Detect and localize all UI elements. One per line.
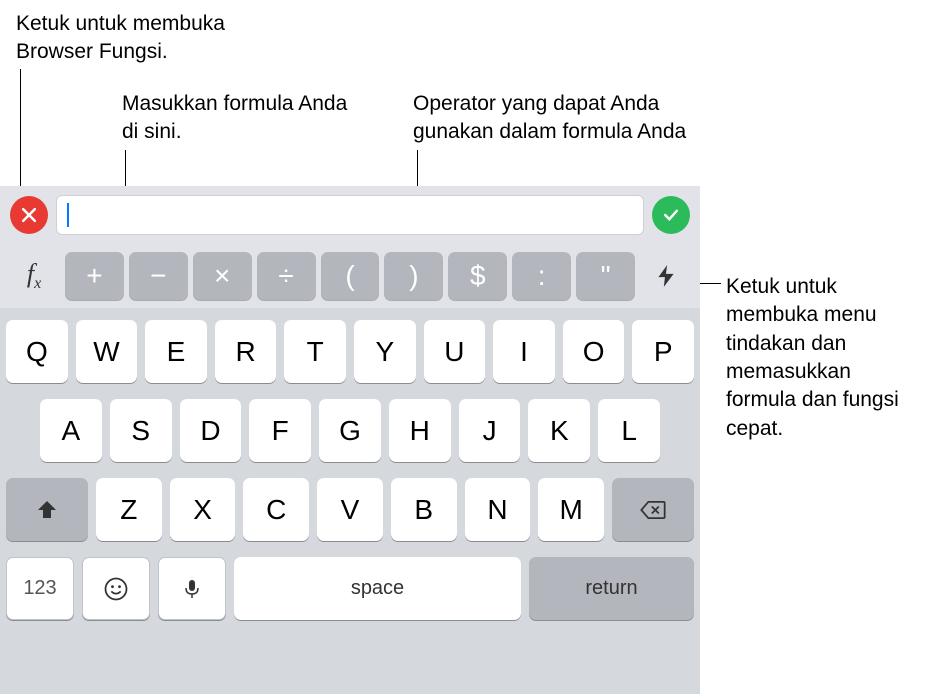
key-t[interactable]: T xyxy=(284,320,346,383)
shift-icon xyxy=(35,498,59,522)
op-minus[interactable]: − xyxy=(129,252,188,300)
key-y[interactable]: Y xyxy=(354,320,416,383)
key-j[interactable]: J xyxy=(459,399,521,462)
key-z[interactable]: Z xyxy=(96,478,162,541)
key-v[interactable]: V xyxy=(317,478,383,541)
key-space[interactable]: space xyxy=(234,557,521,620)
keyboard-row-1: Q W E R T Y U I O P xyxy=(6,320,694,383)
key-f[interactable]: F xyxy=(249,399,311,462)
key-a[interactable]: A xyxy=(40,399,102,462)
key-return[interactable]: return xyxy=(529,557,694,620)
text-caret xyxy=(67,203,69,227)
op-divide[interactable]: ÷ xyxy=(257,252,316,300)
fx-icon: fx xyxy=(27,259,41,293)
key-o[interactable]: O xyxy=(563,320,625,383)
checkmark-icon xyxy=(661,205,681,225)
op-multiply[interactable]: × xyxy=(193,252,252,300)
callout-formula-input: Masukkan formula Anda di sini. xyxy=(122,90,352,147)
fx-button[interactable]: fx xyxy=(8,252,60,300)
key-i[interactable]: I xyxy=(493,320,555,383)
key-p[interactable]: P xyxy=(632,320,694,383)
key-shift[interactable] xyxy=(6,478,88,541)
key-c[interactable]: C xyxy=(243,478,309,541)
key-l[interactable]: L xyxy=(598,399,660,462)
key-q[interactable]: Q xyxy=(6,320,68,383)
key-123[interactable]: 123 xyxy=(6,557,74,620)
confirm-button[interactable] xyxy=(652,196,690,234)
lightning-icon xyxy=(653,263,679,289)
key-emoji[interactable] xyxy=(82,557,150,620)
callout-operators: Operator yang dapat Anda gunakan dalam f… xyxy=(413,90,713,147)
key-b[interactable]: B xyxy=(391,478,457,541)
op-paren-close[interactable]: ) xyxy=(384,252,443,300)
key-s[interactable]: S xyxy=(110,399,172,462)
close-icon xyxy=(19,205,39,225)
key-g[interactable]: G xyxy=(319,399,381,462)
key-m[interactable]: M xyxy=(538,478,604,541)
quick-actions-button[interactable] xyxy=(640,252,692,300)
key-h[interactable]: H xyxy=(389,399,451,462)
op-colon[interactable]: : xyxy=(512,252,571,300)
formula-bar xyxy=(0,186,700,244)
backspace-icon xyxy=(639,496,667,524)
key-u[interactable]: U xyxy=(424,320,486,383)
keyboard-row-4: 123 space return xyxy=(6,557,694,620)
key-n[interactable]: N xyxy=(465,478,531,541)
key-k[interactable]: K xyxy=(528,399,590,462)
key-backspace[interactable] xyxy=(612,478,694,541)
formula-input[interactable] xyxy=(56,195,644,235)
keyboard-row-2: A S D F G H J K L xyxy=(6,399,694,462)
callout-fx: Ketuk untuk membuka Browser Fungsi. xyxy=(16,10,276,67)
operator-row: fx + − × ÷ ( ) $ : " xyxy=(0,244,700,308)
callout-quick: Ketuk untuk membuka menu tindakan dan me… xyxy=(726,273,921,443)
cancel-button[interactable] xyxy=(10,196,48,234)
emoji-icon xyxy=(102,575,130,603)
key-e[interactable]: E xyxy=(145,320,207,383)
mic-icon xyxy=(180,577,204,601)
key-x[interactable]: X xyxy=(170,478,236,541)
op-paren-open[interactable]: ( xyxy=(321,252,380,300)
key-d[interactable]: D xyxy=(180,399,242,462)
key-mic[interactable] xyxy=(158,557,226,620)
op-plus[interactable]: + xyxy=(65,252,124,300)
key-w[interactable]: W xyxy=(76,320,138,383)
key-r[interactable]: R xyxy=(215,320,277,383)
keyboard: Q W E R T Y U I O P A S D F G H J K L Z … xyxy=(0,308,700,694)
keyboard-row-3: Z X C V B N M xyxy=(6,478,694,541)
op-dollar[interactable]: $ xyxy=(448,252,507,300)
op-quote[interactable]: " xyxy=(576,252,635,300)
